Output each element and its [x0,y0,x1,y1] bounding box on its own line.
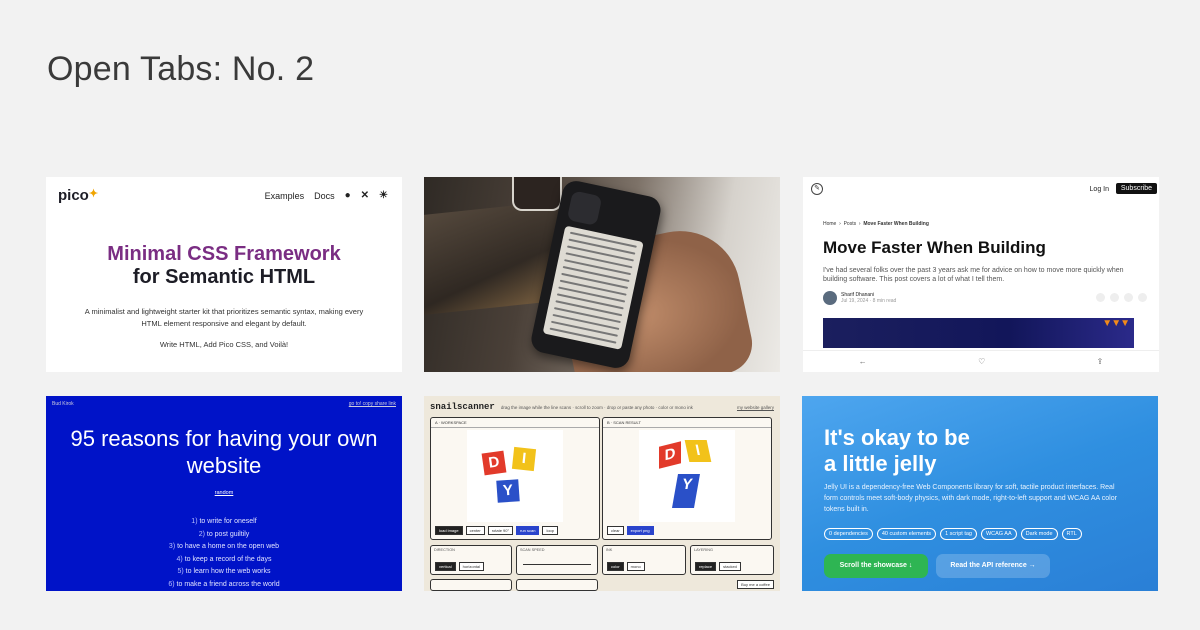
workspace-panel[interactable]: A · WORKSPACE D I Y load image center ro… [430,417,600,540]
direction-control[interactable]: DIRECTION vertical horizontal [430,545,512,575]
github-icon[interactable]: ● [345,190,351,201]
tab-card-scanner[interactable]: snailscanner drag the image while the li… [424,396,780,591]
random-link[interactable]: random [46,490,402,496]
reasons-title: 95 reasons for having your own website [70,426,378,478]
loop-button[interactable]: loop [542,526,558,535]
post-hero-image: ▼▼▼ [823,318,1134,348]
tab-card-photo[interactable] [424,177,780,372]
list-item: 4) to keep a record of the days [176,555,272,563]
eink-screen [542,225,644,350]
feature-tag: 0 dependencies [824,528,873,540]
panel-stub [516,579,598,591]
app-header: snailscanner drag the image while the li… [430,400,774,414]
run-scan-button[interactable]: run scan [516,526,540,535]
load-image-button[interactable]: load image [435,526,463,535]
tab-card-jelly[interactable]: It's okay to be a little jelly Jelly UI … [802,396,1158,591]
list-item: 3) to have a home on the open web [168,543,280,550]
list-item: 1) to write for oneself [191,518,257,525]
list-item: 6) to make a friend across the world [168,580,280,588]
coffee-button[interactable]: Buy me a coffee [737,580,774,589]
clear-button[interactable]: clear [607,526,624,535]
scan-speed-control[interactable]: SCAN SPEED [516,545,598,575]
nav-docs[interactable]: Docs [314,191,335,201]
top-links[interactable]: go to! copy share link [349,401,396,407]
gallery-link[interactable]: my website gallery [737,405,774,410]
site-name: Bud Kirok [52,401,74,407]
pico-description: A minimalist and lightweight starter kit… [84,307,364,328]
ink-control[interactable]: INK color mono [602,545,686,575]
sun-icon[interactable]: ☀ [379,190,388,201]
pico-nav: Examples Docs ● ✕ ☀ [265,190,388,201]
scan-result-image: D I Y [639,430,735,522]
breadcrumb: Home › Posts › Move Faster When Building [823,221,929,227]
jelly-headline: It's okay to be a little jelly [824,425,970,476]
layering-control[interactable]: LAYERING replace stacked [690,545,774,575]
post-title: Move Faster When Building [823,238,1046,257]
blog-logo-icon: ✎ [811,183,823,195]
api-reference-button[interactable]: Read the API reference → [936,554,1050,578]
sparkle-icon: ✦ [88,188,99,200]
feature-tag: 1 script tag [940,528,977,540]
jelly-description: Jelly UI is a dependency-free Web Compon… [824,484,1117,513]
triangle-pattern-icon: ▼▼▼ [1102,318,1130,329]
feature-tag: WCAG AA [980,528,1017,540]
post-author: Sharif Dhanani Jul 19, 2024 · 8 min read [823,291,896,305]
panel-stub [430,579,512,591]
tab-card-pico[interactable]: pico✦ Examples Docs ● ✕ ☀ Minimal CSS Fr… [46,177,402,372]
nav-examples[interactable]: Examples [265,191,305,201]
share-icon[interactable]: ⇪ [1097,357,1104,366]
subscribe-button[interactable]: Subscribe [1115,183,1157,194]
avatar [823,291,837,305]
page-title: Open Tabs: No. 2 [47,50,315,88]
scan-result-panel: B · SCAN RESULT D I Y clear export png [602,417,772,540]
camera-icon [566,190,603,226]
share-icons[interactable] [1096,293,1147,302]
list-item: 2) to post guiltily [198,530,250,538]
feature-tag: RTL [1061,528,1082,540]
feature-tag: Dark mode [1020,528,1058,540]
tab-card-reasons[interactable]: Bud Kirok go to! copy share link 95 reas… [46,396,402,591]
x-icon[interactable]: ✕ [361,190,369,201]
app-logo: snailscanner [430,402,495,412]
pico-tagline: Write HTML, Add Pico CSS, and Voilà! [159,340,289,349]
export-png-button[interactable]: export png [626,526,654,535]
pico-logo: pico✦ [58,187,99,204]
feature-tags: 0 dependencies 40 custom elements 1 scri… [824,528,1082,540]
workspace-image[interactable]: D I Y [467,430,563,522]
tab-card-blog[interactable]: ✎ Log In Subscribe Home › Posts › Move F… [803,177,1159,372]
photo-cup [512,177,562,211]
back-arrow-icon[interactable]: ← [859,357,867,366]
post-excerpt: I've had several folks over the past 3 y… [823,267,1124,283]
list-item: 5) to learn how the web works [177,568,271,575]
center-button[interactable]: center [465,526,485,535]
heart-icon[interactable]: ♡ [978,357,985,366]
reasons-list: 1) to write for oneself 2) to post guilt… [46,516,402,591]
scroll-showcase-button[interactable]: Scroll the showcase ↓ [824,554,928,578]
login-link[interactable]: Log In [1090,186,1109,193]
feature-tag: 40 custom elements [876,528,937,540]
app-hint: drag the image while the line scans · sc… [500,404,693,410]
rotate-button[interactable]: rotate 90° [487,526,514,535]
blog-bottom-bar: ← ♡ ⇪ [803,350,1159,372]
pico-headline: Minimal CSS Framework for Semantic HTML [107,243,341,288]
